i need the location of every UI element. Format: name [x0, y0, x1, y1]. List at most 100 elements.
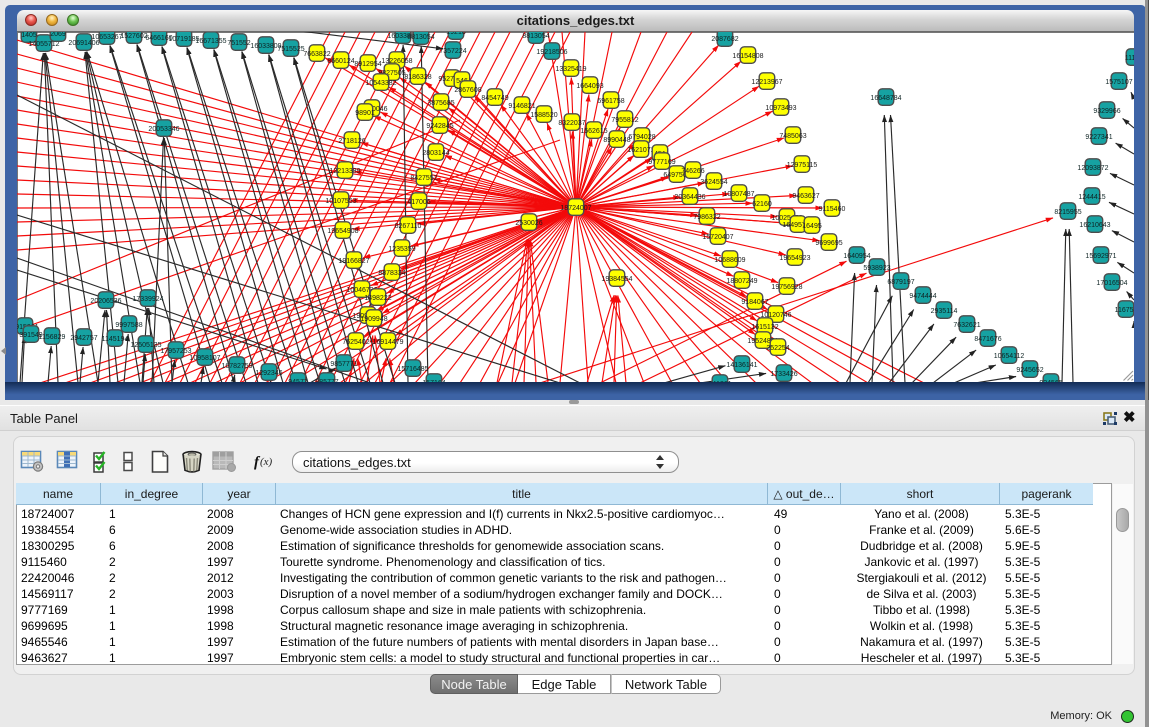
svg-text:7485063: 7485063	[779, 133, 806, 140]
svg-text:10654112: 10654112	[994, 353, 1025, 360]
svg-text:19654908: 19654908	[327, 228, 358, 235]
svg-text:17339924: 17339924	[132, 296, 163, 303]
svg-text:9146821: 9146821	[508, 103, 535, 110]
svg-text:16782759: 16782759	[221, 363, 252, 370]
svg-text:985777: 985777	[315, 379, 338, 382]
svg-text:15692971: 15692971	[1085, 253, 1116, 260]
svg-text:9227341: 9227341	[1085, 134, 1112, 141]
svg-text:12213389: 12213389	[329, 168, 360, 175]
svg-text:8813054: 8813054	[407, 34, 434, 41]
svg-text:2718126: 2718126	[338, 138, 365, 145]
svg-text:1909948: 1909948	[360, 316, 387, 323]
svg-text:1733426: 1733426	[770, 371, 797, 378]
svg-text:98901: 98901	[355, 110, 375, 117]
svg-text:9245652: 9245652	[1016, 367, 1043, 374]
svg-text:157164: 157164	[422, 380, 445, 382]
svg-text:252254: 252254	[766, 345, 789, 352]
svg-text:19218506: 19218506	[536, 49, 567, 56]
svg-text:19756928: 19756928	[771, 284, 802, 291]
svg-text:16154808: 16154808	[732, 53, 763, 60]
svg-text:8912954: 8912954	[354, 61, 381, 68]
svg-text:9474444: 9474444	[909, 293, 936, 300]
svg-text:19654923: 19654923	[779, 255, 810, 262]
svg-text:9242845: 9242845	[426, 123, 453, 130]
svg-text:6961758: 6961758	[597, 98, 624, 105]
svg-text:3624554: 3624554	[700, 179, 727, 186]
svg-text:8454749: 8454749	[481, 95, 508, 102]
svg-text:19166827: 19166827	[338, 258, 369, 265]
svg-text:1664093: 1664093	[576, 83, 603, 90]
svg-text:17016504: 17016504	[1096, 280, 1127, 287]
svg-text:2530026: 2530026	[515, 220, 542, 227]
svg-text:20364436: 20364436	[674, 194, 705, 201]
svg-text:16495: 16495	[802, 223, 822, 230]
svg-text:7625402: 7625402	[342, 339, 369, 346]
svg-text:1527602: 1527602	[120, 33, 147, 40]
svg-text:1575107: 1575107	[1105, 79, 1132, 86]
svg-text:141361: 141361	[708, 381, 731, 382]
svg-text:10973493: 10973493	[765, 105, 796, 112]
svg-text:1615132: 1615132	[751, 324, 778, 331]
svg-text:8471676: 8471676	[974, 336, 1001, 343]
svg-text:3875685: 3875685	[427, 100, 454, 107]
svg-text:5938923: 5938923	[863, 265, 890, 272]
svg-text:15716485: 15716485	[397, 366, 428, 373]
svg-text:116753: 116753	[1115, 307, 1134, 314]
svg-text:20206536: 20206536	[90, 298, 121, 305]
svg-text:1235359: 1235359	[388, 246, 415, 253]
svg-text:8990448: 8990448	[603, 137, 630, 144]
svg-text:18724007: 18724007	[560, 205, 591, 212]
svg-text:7632621: 7632621	[953, 322, 980, 329]
svg-text:1244415: 1244415	[1078, 194, 1105, 201]
svg-text:16914479: 16914479	[372, 339, 403, 346]
svg-text:7986322: 7986322	[693, 214, 720, 221]
svg-text:8813054: 8813054	[522, 33, 549, 40]
svg-text:19384554: 19384554	[601, 276, 632, 283]
svg-text:62160: 62160	[752, 201, 772, 208]
svg-text:10807487: 10807487	[723, 191, 754, 198]
svg-text:12975115: 12975115	[787, 162, 818, 169]
svg-text:20053346: 20053346	[148, 126, 179, 133]
svg-text:8322037: 8322037	[558, 120, 585, 127]
svg-text:1156829: 1156829	[39, 334, 66, 341]
svg-text:6879197: 6879197	[887, 279, 914, 286]
svg-text:16210643: 16210643	[1079, 222, 1110, 229]
svg-text:2942757: 2942757	[70, 335, 97, 342]
svg-text:2935114: 2935114	[931, 308, 958, 315]
svg-text:13325419: 13325419	[555, 66, 586, 73]
svg-text:8267110: 8267110	[395, 223, 422, 230]
svg-text:751552: 751552	[227, 40, 250, 47]
svg-text:12213967: 12213967	[751, 79, 782, 86]
svg-text:20691406: 20691406	[68, 40, 99, 47]
svg-text:10688609: 10688609	[714, 257, 745, 264]
svg-text:2069: 2069	[50, 32, 66, 38]
svg-text:10653267: 10653267	[91, 34, 122, 41]
svg-text:19218: 19218	[446, 32, 466, 36]
svg-text:9997588: 9997588	[115, 322, 142, 329]
svg-text:1562615: 1562615	[580, 128, 607, 135]
svg-text:15720407: 15720407	[702, 234, 733, 241]
svg-text:1621072: 1621072	[627, 147, 654, 154]
svg-text:10107553: 10107553	[325, 198, 356, 205]
svg-text:8186328: 8186328	[404, 74, 431, 81]
svg-text:9115460: 9115460	[819, 206, 846, 213]
svg-text:9184067: 9184067	[741, 299, 768, 306]
svg-text:2087682: 2087682	[711, 36, 738, 43]
svg-text:9777169: 9777169	[648, 159, 675, 166]
svg-text:1588520: 1588520	[530, 112, 557, 119]
svg-text:16648784: 16648784	[870, 95, 901, 102]
svg-text:746266: 746266	[681, 168, 704, 175]
svg-text:12093872: 12093872	[1077, 165, 1108, 172]
svg-text:7515525: 7515525	[277, 46, 304, 53]
svg-text:7663822: 7663822	[303, 51, 330, 58]
svg-text:9463627: 9463627	[792, 193, 819, 200]
svg-text:417006: 417006	[407, 199, 430, 206]
svg-text:16671355: 16671355	[195, 38, 226, 45]
svg-text:1145194: 1145194	[102, 336, 129, 343]
svg-text:9329966: 9329966	[1093, 108, 1120, 115]
svg-text:10543382: 10543382	[365, 80, 396, 87]
svg-text:7357224: 7357224	[439, 48, 466, 55]
svg-text:2867608: 2867608	[454, 87, 481, 94]
svg-text:10958107: 10958107	[189, 355, 220, 362]
svg-text:18807249: 18807249	[726, 278, 757, 285]
